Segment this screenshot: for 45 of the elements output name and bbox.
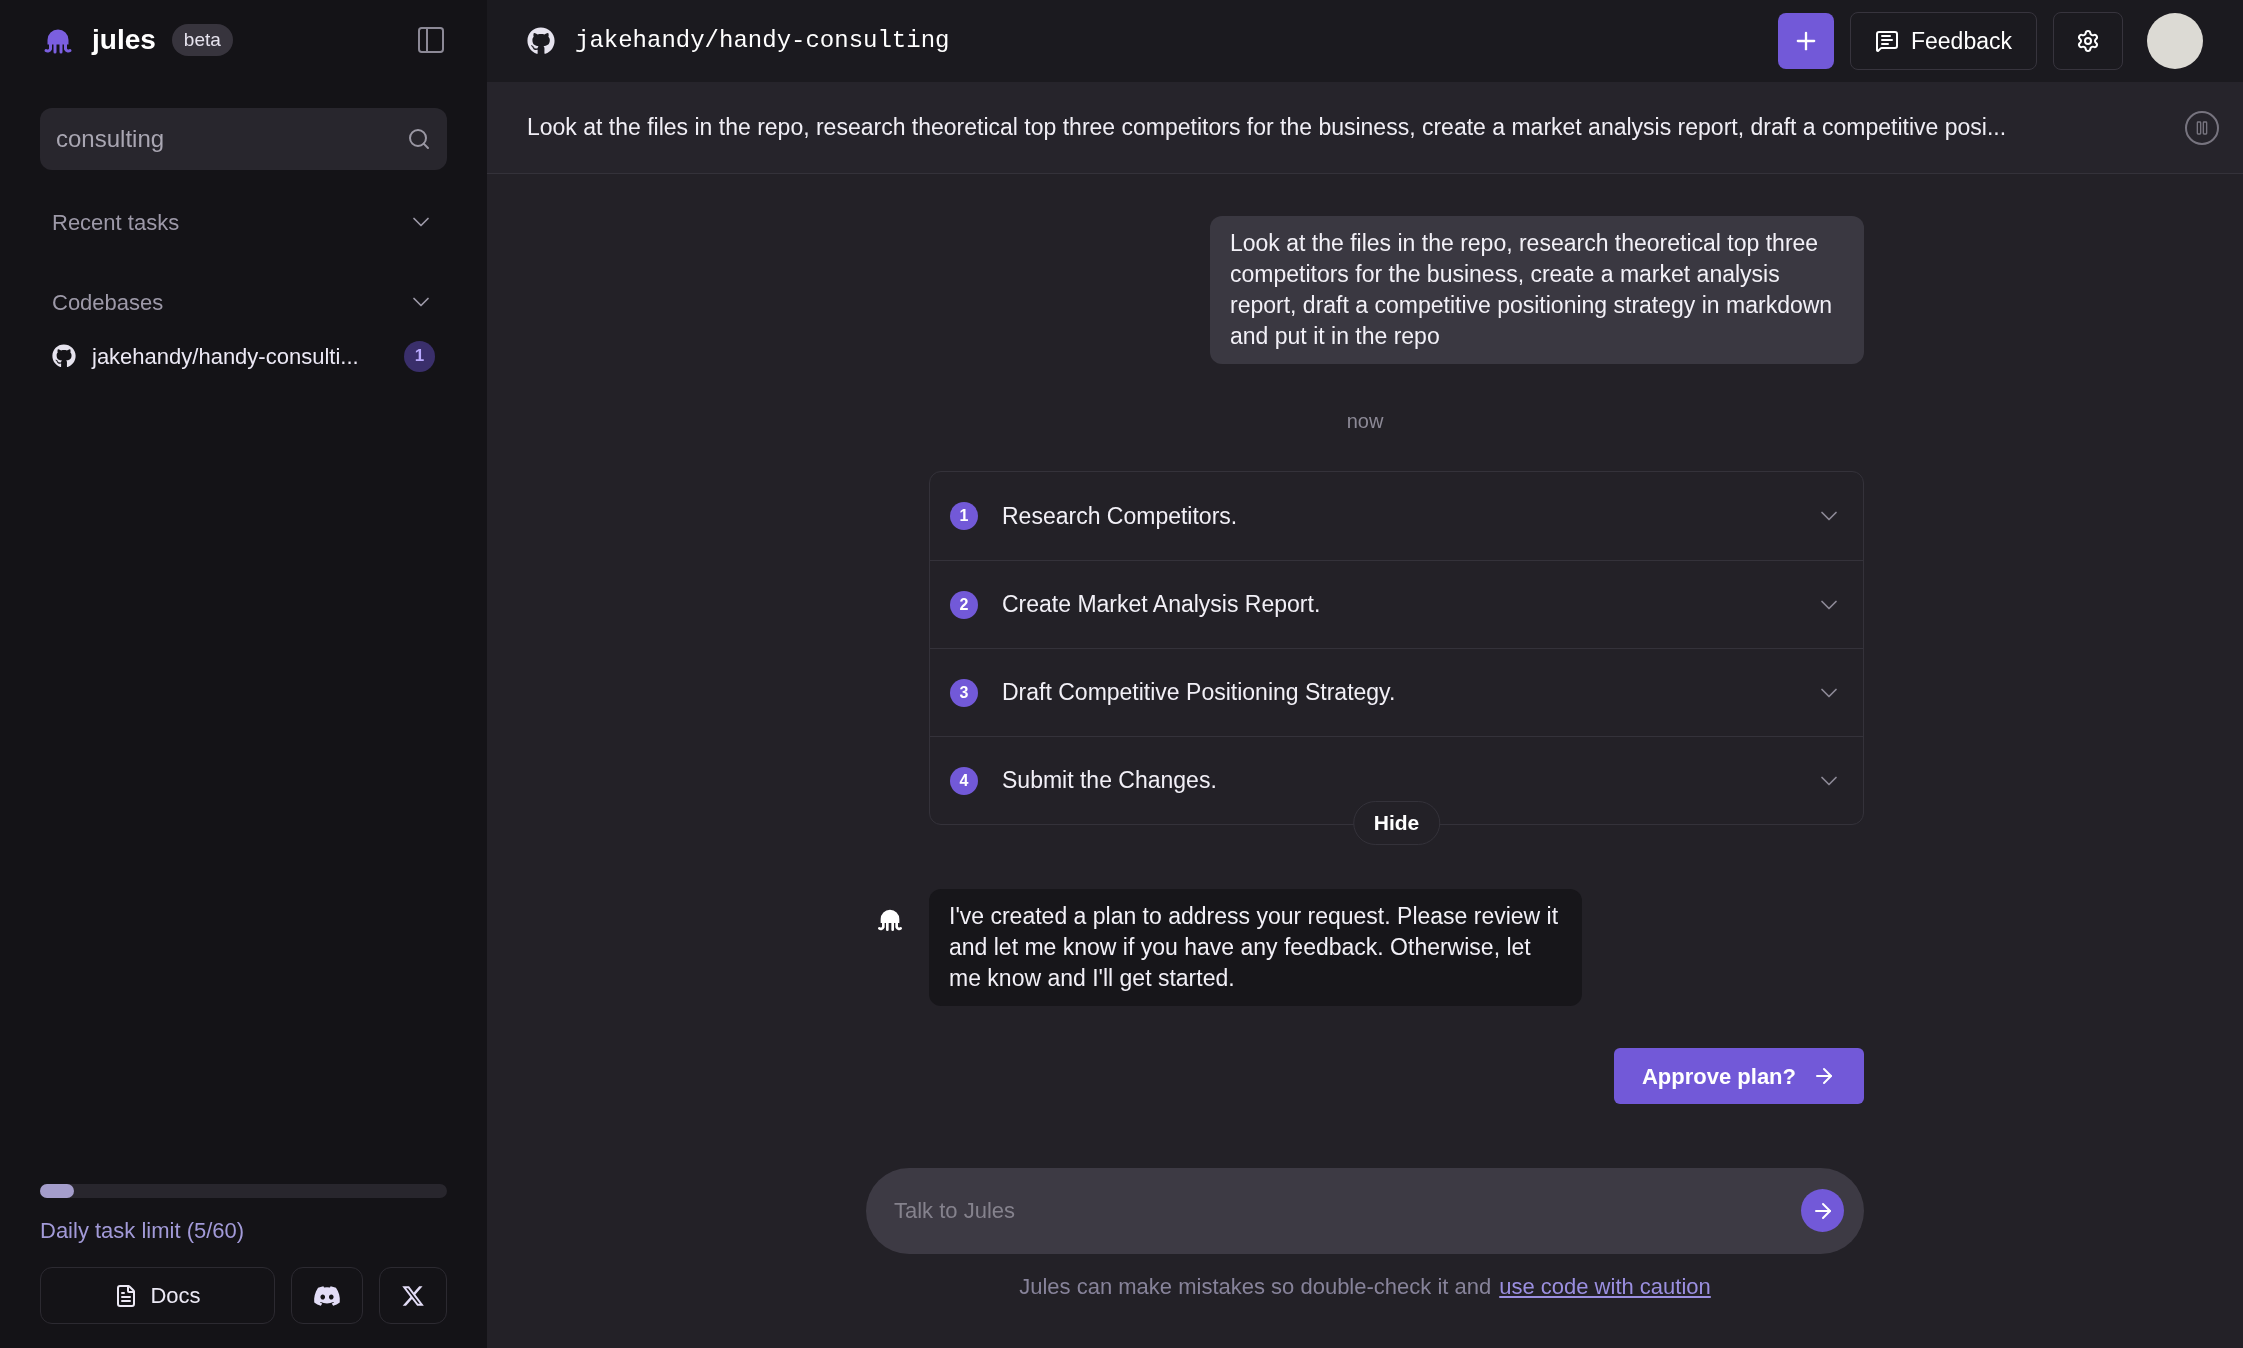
usage-label: Daily task limit (5/60) bbox=[40, 1217, 246, 1245]
settings-icon bbox=[2076, 29, 2100, 53]
timestamp: now bbox=[1346, 409, 1384, 434]
caution-link[interactable]: use code with caution bbox=[1499, 1270, 1711, 1303]
step-number: 4 bbox=[950, 766, 978, 795]
chat-input[interactable]: Talk to Jules bbox=[866, 1168, 1864, 1254]
step-number: 2 bbox=[950, 590, 978, 619]
github-icon bbox=[527, 27, 555, 55]
message-icon bbox=[1875, 29, 1899, 53]
search-icon bbox=[407, 127, 431, 151]
codebase-link[interactable]: jakehandy/handy-consulti... bbox=[92, 339, 359, 373]
sidebar-toggle-icon[interactable] bbox=[415, 24, 447, 56]
section-header[interactable]: Recent tasks bbox=[52, 205, 180, 239]
plan-step[interactable]: 1 Research Competitors. bbox=[930, 472, 1863, 560]
plan-step[interactable]: 3 Draft Competitive Positioning Strategy. bbox=[930, 648, 1863, 736]
step-title: Create Market Analysis Report. bbox=[1002, 590, 1321, 620]
step-number: 3 bbox=[950, 678, 978, 707]
x-button[interactable] bbox=[379, 1267, 447, 1324]
section-header[interactable]: Codebases bbox=[52, 285, 164, 319]
pause-icon bbox=[2194, 119, 2210, 136]
count-badge: 1 bbox=[404, 340, 435, 372]
approve-plan-button[interactable]: Approve plan? bbox=[1614, 1048, 1864, 1104]
step-title: Draft Competitive Positioning Strategy. bbox=[1002, 678, 1396, 708]
docs-button[interactable]: Docs bbox=[40, 1267, 275, 1324]
beta-badge: beta bbox=[171, 23, 233, 57]
step-title: Research Competitors. bbox=[1002, 501, 1238, 531]
disclaimer-text: Jules can make mistakes so double-check it and bbox=[1019, 1273, 1492, 1301]
search-field[interactable]: consulting bbox=[40, 108, 447, 170]
brand-name: jules bbox=[92, 23, 156, 57]
settings-button[interactable] bbox=[2053, 12, 2123, 70]
github-icon bbox=[52, 344, 76, 368]
avatar[interactable] bbox=[2147, 13, 2203, 69]
x-logo-icon bbox=[401, 1283, 425, 1308]
task-prompt: Look at the files in the repo, research theoretical top three competitors for the business, create a market analysis report, draft a competitive posi... bbox=[527, 113, 2007, 143]
pause-button[interactable] bbox=[2185, 110, 2219, 145]
step-number: 1 bbox=[950, 502, 978, 530]
discord-button[interactable] bbox=[291, 1267, 363, 1324]
agent-message: I've created a plan to address your request. Please review it and let me know if you have any feedback. Otherwise, let me know and I'll get started. bbox=[929, 889, 1582, 1006]
hide-button[interactable]: Hide bbox=[1352, 801, 1441, 845]
feedback-button[interactable]: Feedback bbox=[1850, 12, 2037, 70]
repo-name: jakehandy/handy-consulting bbox=[575, 26, 950, 56]
step-title: Submit the Changes. bbox=[1002, 766, 1217, 796]
new-task-button[interactable] bbox=[1778, 13, 1834, 69]
user-message: Look at the files in the repo, research theoretical top three competitors for the business, create a market analysis report, draft a competitive positioning strategy in markdown and put it in the repo bbox=[1210, 216, 1864, 364]
plan-step[interactable]: 2 Create Market Analysis Report. bbox=[930, 560, 1863, 648]
